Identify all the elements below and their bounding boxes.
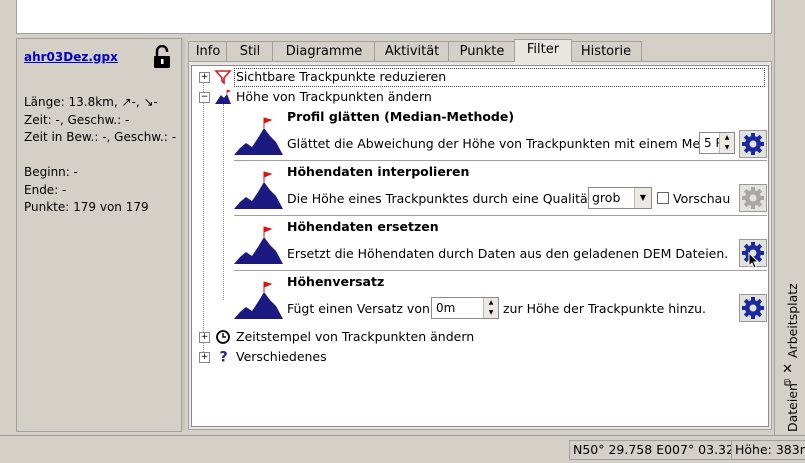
stat-end: Ende: - [24,182,67,197]
tree-line [203,80,204,356]
quality-select[interactable]: grob ▼ [588,187,652,209]
status-bar: N50° 29.758 E007° 03.329 Höhe: 383m [0,435,805,463]
tab-filter[interactable]: Filter [514,39,572,62]
apply-offset-button[interactable] [739,294,767,322]
stat-begin: Beginn: - [24,165,78,179]
tree-item-timestamps[interactable]: + Zeitstempel von Trackpunkten ändern [192,327,762,347]
mountain-flag-icon [234,281,283,319]
filter-title: Höhendaten ersetzen [287,219,439,234]
status-coordinates: N50° 29.758 E007° 03.329 [569,440,732,460]
question-mark-icon: ? [219,349,227,364]
map-top-pane [16,0,772,34]
stat-length: Länge: 13.8km, ↗-, ↘- [24,95,158,109]
filter-separator [234,160,767,161]
tab-info[interactable]: Info [188,41,228,61]
track-info-panel: ahr03Dez.gpx Länge: 13.8km, ↗-, ↘- Zeit:… [16,38,182,432]
filter-separator [234,215,767,216]
mountain-icon [215,89,232,104]
stat-points: Punkte: 179 von 179 [24,200,149,214]
close-icon[interactable]: ✕ [782,362,793,377]
tree-item-label: Verschiedenes [236,349,327,364]
dock-tab-dateien[interactable]: Dateien [785,383,800,432]
filter-description-prefix: Fügt einen Versatz von [287,301,430,316]
expand-toggle[interactable]: + [199,352,210,363]
tab-aktivitaet[interactable]: Aktivität [374,41,450,61]
median-window-stepper[interactable]: 5 P ▲ ▼ [699,132,735,154]
chevron-down-icon[interactable]: ▼ [634,188,651,208]
gear-icon-disabled [742,187,764,209]
collapse-toggle[interactable]: − [199,92,210,103]
offset-stepper[interactable]: 0m ▲ ▼ [431,297,499,319]
track-stats: Länge: 13.8km, ↗-, ↘- Zeit: -, Geschw.: … [24,94,176,217]
unlock-icon[interactable] [152,45,172,69]
status-height: Höhe: 383m [731,440,805,460]
right-dock-bar: Arbeitsplatz ✕ ⧉ Dateien [779,0,805,435]
gear-icon [742,133,764,155]
dock-separator [774,0,775,435]
stat-moving-time: Zeit in Bew.: -, Geschw.: - [24,130,177,144]
filter-title: Profil glätten (Median-Methode) [287,109,515,124]
filter-description-suffix: zur Höhe der Trackpunkte hinzu. [503,301,707,316]
track-filename-link[interactable]: ahr03Dez.gpx [24,50,118,64]
tree-item-reduce-points[interactable]: + Sichtbare Trackpunkte reduzieren [192,67,765,87]
mountain-flag-icon [234,171,283,209]
tree-item-label: Höhe von Trackpunkten ändern [236,89,432,104]
stat-time: Zeit: -, Geschw.: - [24,112,130,127]
stepper-arrows[interactable]: ▲ ▼ [483,298,498,318]
mountain-flag-icon [234,226,283,264]
mouse-cursor-icon [748,252,760,269]
apply-smooth-button[interactable] [739,130,767,158]
tab-historie[interactable]: Historie [570,41,642,61]
expand-toggle[interactable]: + [199,332,210,343]
dock-tab-arbeitsplatz[interactable]: Arbeitsplatz [785,283,800,358]
mountain-flag-icon [234,117,283,155]
filter-description: Die Höhe eines Trackpunktes durch eine Q… [287,191,593,206]
tree-line [223,104,224,300]
filter-funnel-icon [214,70,232,85]
tab-punkte[interactable]: Punkte [448,41,516,61]
stat-spacer [24,147,176,165]
preview-label[interactable]: Vorschau [673,191,730,206]
tree-item-label: Zeitstempel von Trackpunkten ändern [236,329,475,344]
svg-text:?: ? [219,349,227,364]
preview-checkbox[interactable] [657,192,669,204]
tree-item-misc[interactable]: + ? Verschiedenes [192,347,762,367]
filter-title: Höhendaten interpolieren [287,164,470,179]
filter-separator [234,270,767,271]
apply-interpolate-button[interactable] [739,184,767,212]
filter-tree: + Sichtbare Trackpunkte reduzieren − Höh… [191,65,769,427]
filter-description: Ersetzt die Höhendaten durch Daten aus d… [287,246,729,261]
expand-toggle[interactable]: + [199,72,210,83]
filter-description: Glättet die Abweichung der Höhe von Trac… [287,136,709,151]
tab-stil[interactable]: Stil [226,41,274,61]
gear-icon [742,297,764,319]
focus-outline [234,68,765,87]
filter-title: Höhenversatz [287,274,385,289]
clock-icon [216,330,230,344]
tree-item-height[interactable]: − Höhe von Trackpunkten ändern [192,87,762,107]
tab-diagramme[interactable]: Diagramme [272,41,376,61]
stepper-arrows[interactable]: ▲ ▼ [719,133,734,153]
filter-tab-content: + Sichtbare Trackpunkte reduzieren − Höh… [188,61,772,430]
panel-splitter[interactable] [182,38,185,430]
